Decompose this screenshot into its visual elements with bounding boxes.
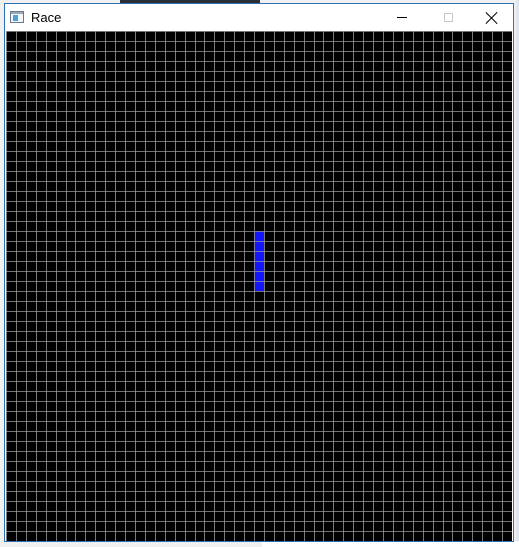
race-window: Race (4, 3, 514, 542)
player-car (254, 231, 264, 291)
maximize-button[interactable] (425, 4, 471, 31)
maximize-icon (443, 13, 453, 22)
minimize-icon (397, 17, 407, 18)
minimize-button[interactable] (379, 4, 425, 31)
window-title: Race (31, 10, 62, 25)
grid-canvas (6, 31, 512, 541)
title-bar[interactable]: Race (5, 4, 513, 31)
app-window-icon (10, 11, 24, 23)
close-icon (486, 12, 498, 24)
close-button[interactable] (469, 4, 515, 31)
game-board[interactable] (6, 31, 512, 541)
